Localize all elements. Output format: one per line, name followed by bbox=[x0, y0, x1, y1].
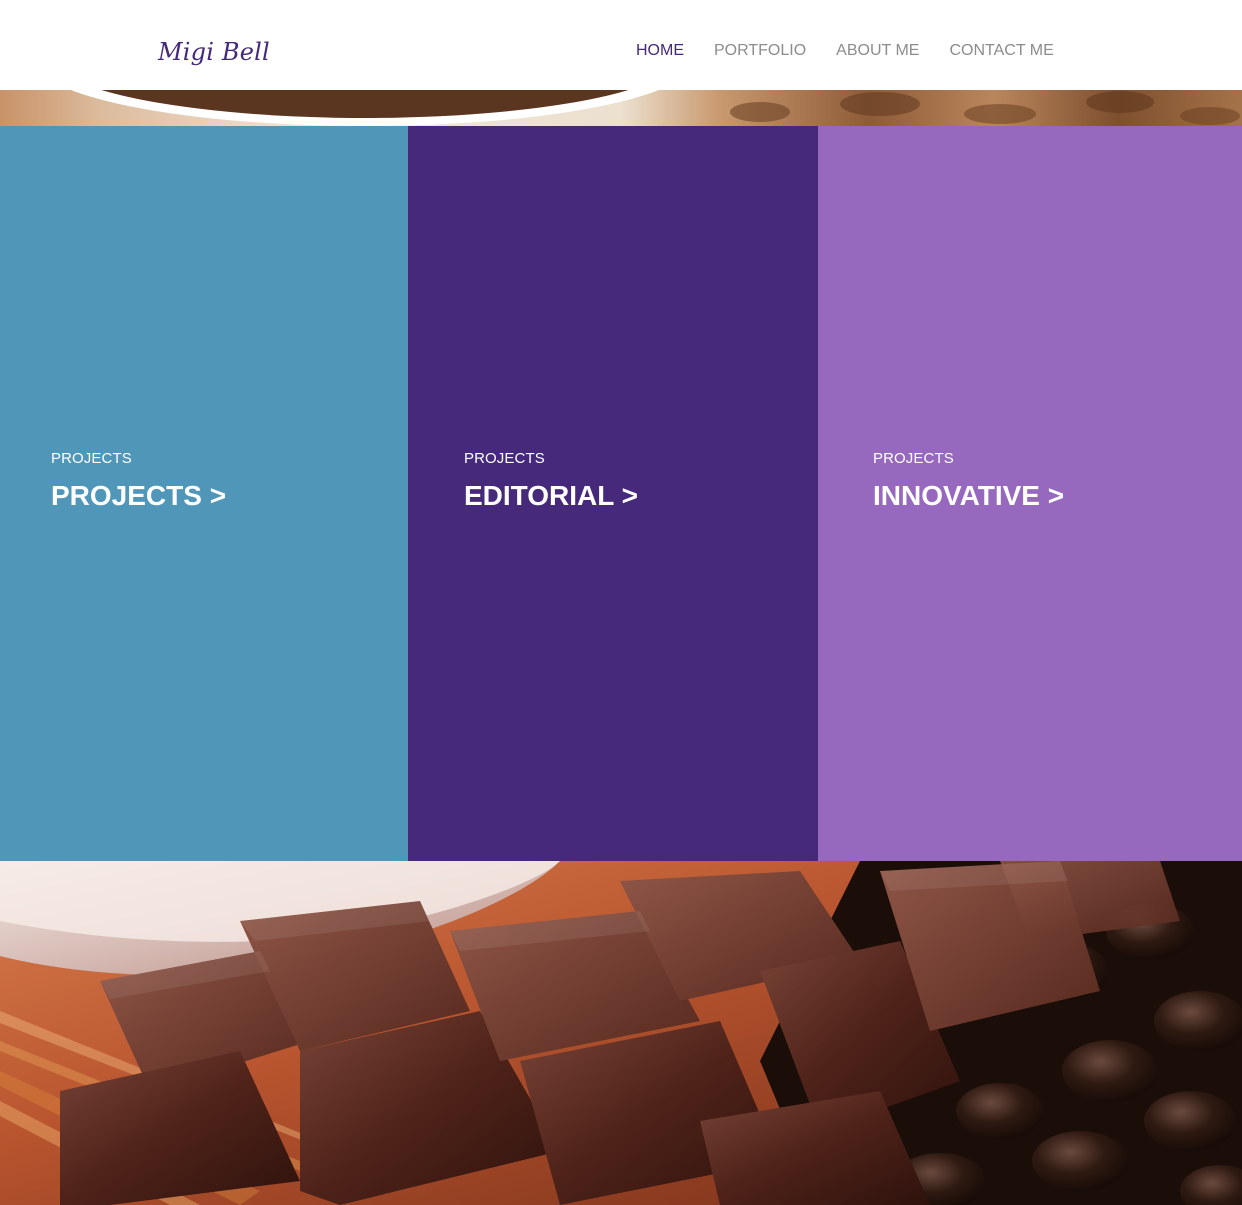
site-logo[interactable]: Migi Bell bbox=[158, 34, 270, 70]
hero-coffee-image-strip bbox=[0, 90, 1242, 126]
nav-item-home[interactable]: HOME bbox=[636, 40, 684, 62]
tile-kicker: PROJECTS bbox=[51, 450, 132, 467]
tile-innovative-link[interactable]: INNOVATIVE > bbox=[873, 478, 1064, 514]
coffee-cup-image bbox=[0, 90, 1242, 126]
tile-editorial-link[interactable]: EDITORIAL > bbox=[464, 478, 638, 514]
tile-kicker: PROJECTS bbox=[464, 450, 545, 467]
chocolate-coffee-image bbox=[0, 861, 1242, 1205]
tile-projects[interactable]: PROJECTS PROJECTS > bbox=[0, 126, 408, 861]
main-nav: HOME PORTFOLIO ABOUT ME CONTACT ME bbox=[636, 40, 1054, 62]
nav-item-about-me[interactable]: ABOUT ME bbox=[836, 40, 919, 62]
project-tiles: PROJECTS PROJECTS > PROJECTS EDITORIAL >… bbox=[0, 126, 1242, 861]
tile-kicker: PROJECTS bbox=[873, 450, 954, 467]
site-header: Migi Bell HOME PORTFOLIO ABOUT ME CONTAC… bbox=[0, 0, 1242, 90]
tile-editorial[interactable]: PROJECTS EDITORIAL > bbox=[408, 126, 818, 861]
tile-innovative[interactable]: PROJECTS INNOVATIVE > bbox=[818, 126, 1242, 861]
chocolate-pieces-image bbox=[0, 861, 1242, 1205]
nav-item-portfolio[interactable]: PORTFOLIO bbox=[714, 40, 806, 62]
nav-item-contact-me[interactable]: CONTACT ME bbox=[949, 40, 1053, 62]
tile-projects-link[interactable]: PROJECTS > bbox=[51, 478, 226, 514]
